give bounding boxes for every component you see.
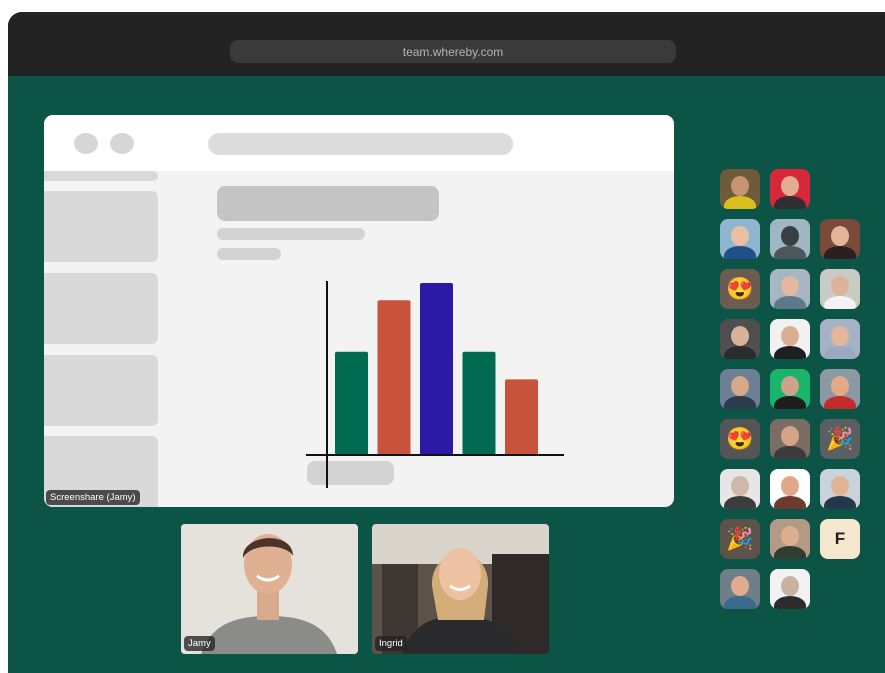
participant-avatar[interactable]: F — [820, 519, 860, 559]
avatar-emoji: 😍 — [726, 426, 754, 451]
participant-avatar[interactable] — [820, 319, 860, 359]
participant-avatar[interactable] — [720, 169, 760, 209]
avatar-emoji: 😍 — [726, 276, 754, 301]
browser-toolbar: team.whereby.com — [8, 12, 885, 76]
video-feed-jamy — [181, 524, 358, 654]
address-bar[interactable]: team.whereby.com — [230, 40, 676, 63]
avatar-face — [731, 376, 749, 396]
avatar-face — [731, 226, 749, 246]
meeting-room: Screenshare (Jamy) Jamy Ingrid 😍 😍 🎉 🎉 F — [8, 76, 885, 673]
avatar-initial: F — [834, 529, 846, 548]
avatar-face — [831, 476, 849, 496]
participant-avatar[interactable] — [770, 419, 810, 459]
participant-grid: 😍 😍 🎉 🎉 F — [720, 169, 862, 609]
avatar-face — [781, 176, 799, 196]
participant-avatar[interactable] — [820, 269, 860, 309]
participant-avatar[interactable]: 😍 — [720, 419, 760, 459]
screenshare-label: Screenshare (Jamy) — [46, 490, 140, 505]
avatar-body — [724, 246, 756, 259]
avatar-emoji: 🎉 — [826, 426, 854, 451]
avatar-face — [781, 526, 799, 546]
avatar-face — [781, 326, 799, 346]
chart-bar-5 — [505, 379, 538, 455]
avatar-body — [724, 196, 756, 209]
avatar-emoji: 🎉 — [726, 526, 754, 551]
avatar-body — [824, 496, 856, 509]
participant-avatar[interactable] — [820, 219, 860, 259]
chart-bar-3 — [420, 283, 453, 455]
avatar-face — [781, 426, 799, 446]
video-label-jamy: Jamy — [184, 636, 215, 651]
avatar-body — [824, 396, 856, 409]
avatar-body — [774, 196, 806, 209]
participant-avatar[interactable] — [770, 269, 810, 309]
video-tile-ingrid[interactable]: Ingrid — [372, 524, 549, 654]
avatar-face — [831, 326, 849, 346]
avatar-face — [781, 476, 799, 496]
avatar-body — [774, 396, 806, 409]
participant-avatar[interactable]: 🎉 — [820, 419, 860, 459]
address-bar-url: team.whereby.com — [402, 44, 504, 59]
screenshare-tile[interactable]: Screenshare (Jamy) — [44, 115, 674, 507]
participant-avatar[interactable] — [770, 519, 810, 559]
avatar-face — [831, 226, 849, 246]
chart-bar-4 — [462, 351, 496, 455]
avatar-body — [774, 346, 806, 359]
avatar-body — [774, 246, 806, 259]
avatar-face — [731, 576, 749, 596]
participant-avatar[interactable] — [770, 569, 810, 609]
video-label-ingrid: Ingrid — [375, 636, 407, 651]
chart-bar-1 — [335, 351, 368, 455]
avatar-face — [831, 376, 849, 396]
participant-avatar[interactable] — [720, 369, 760, 409]
avatar-body — [824, 246, 856, 259]
avatar-body — [774, 296, 806, 309]
avatar-face — [781, 226, 799, 246]
video-tile-jamy[interactable]: Jamy — [181, 524, 358, 654]
participant-avatar[interactable] — [770, 169, 810, 209]
avatar-body — [724, 596, 756, 609]
participant-avatar[interactable] — [820, 369, 860, 409]
avatar-body — [824, 346, 856, 359]
avatar-face — [731, 176, 749, 196]
avatar-face — [831, 276, 849, 296]
avatar-body — [824, 296, 856, 309]
participant-avatar[interactable] — [720, 469, 760, 509]
avatar-face — [781, 376, 799, 396]
participant-avatar[interactable] — [720, 219, 760, 259]
participant-avatar[interactable] — [770, 319, 810, 359]
participant-avatar[interactable] — [770, 219, 810, 259]
participant-avatar[interactable]: 🎉 — [720, 519, 760, 559]
participant-avatar[interactable] — [770, 369, 810, 409]
participant-avatar[interactable] — [770, 469, 810, 509]
avatar-body — [724, 346, 756, 359]
avatar-face — [731, 326, 749, 346]
video-feed-ingrid — [372, 524, 549, 654]
bar-chart — [306, 281, 564, 488]
participant-avatar[interactable]: 😍 — [720, 269, 760, 309]
avatar-body — [774, 496, 806, 509]
avatar-body — [724, 496, 756, 509]
avatar-face — [781, 276, 799, 296]
avatar-face — [781, 576, 799, 596]
avatar-body — [774, 546, 806, 559]
avatar-body — [774, 446, 806, 459]
participant-avatar[interactable] — [720, 569, 760, 609]
avatar-face — [731, 476, 749, 496]
browser-window: team.whereby.com Screenshare (Jamy) Jamy… — [8, 12, 885, 673]
avatar-body — [774, 596, 806, 609]
participant-avatar[interactable] — [720, 319, 760, 359]
avatar-body — [724, 396, 756, 409]
chart-bar-2 — [377, 300, 411, 455]
participant-avatar[interactable] — [820, 469, 860, 509]
